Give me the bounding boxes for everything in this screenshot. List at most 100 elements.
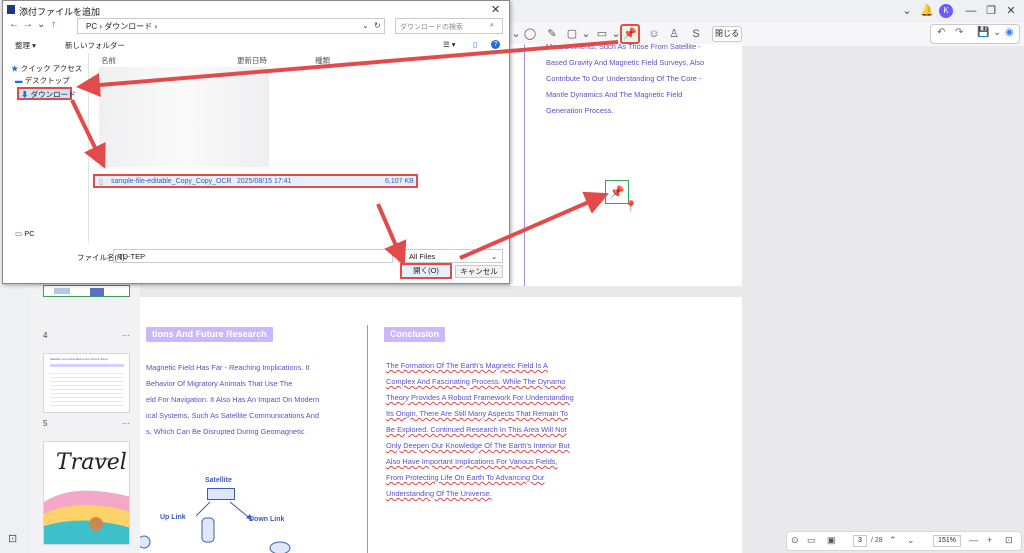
satellite-label: Satellite [205,477,232,484]
thumbnail-number: 5 [43,419,48,428]
zoom-out-icon[interactable]: — [969,535,978,545]
help-icon[interactable]: ? [491,40,500,49]
open-button[interactable]: 開く(O) [400,263,452,279]
pin-icon: 📍 [624,201,638,213]
page-up-icon[interactable]: ⌃ [889,535,897,546]
text-line: Mantle Dynamics And The Magnetic Field [546,90,683,99]
pen-icon[interactable]: ✎ [544,26,560,42]
chevron-down-icon[interactable]: ⌄ [993,27,1001,38]
column-header-date[interactable]: 更新日時 [237,55,267,66]
sidebar-toggle-icon[interactable]: ⊡ [8,532,17,545]
thumbnail-page-5[interactable]: Satellite Communications And Future Step… [43,353,130,413]
annotated-text-line[interactable]: Be Explored. Continued Research In This … [386,425,567,434]
annotated-text-line[interactable]: The Formation Of The Earth's Magnetic Fi… [386,361,548,370]
downloads-item[interactable]: ⬇ ダウンロード [17,87,76,100]
up-folder-icon[interactable]: ↑ [51,19,56,30]
restore-icon[interactable]: ❐ [982,2,1000,20]
thumbnail-page-4[interactable] [43,285,130,297]
close-annotation-button[interactable]: 閉じる [712,26,742,42]
ai-assistant-icon[interactable]: ◉ [1005,27,1014,38]
chevron-down-icon[interactable]: ⌄ [578,26,594,42]
text-line: Behavior Of Migratory Animals That Use T… [146,379,293,388]
more-icon[interactable]: ··· [122,419,130,428]
strike-icon[interactable]: S [688,26,704,42]
column-header-type[interactable]: 種類 [315,55,330,66]
text-line: Based Gravity And Magnetic Field Surveys… [546,58,705,67]
thumbnail-line [50,364,124,367]
save-icon[interactable]: 💾 [977,27,989,38]
undo-redo-group: ↶ ↷ 💾 ⌄ ◉ [930,24,1020,44]
view-mode-icon[interactable]: ▭ [807,535,816,546]
address-path: PC › ダウンロード › [86,22,158,31]
quick-access-item[interactable]: ★ クイック アクセス [11,63,82,74]
annotated-text-line[interactable]: Its Origin, There Are Still Many Aspects… [386,409,568,418]
redo-icon[interactable]: ↷ [955,27,963,38]
chevron-down-icon[interactable]: ⌄ [37,19,45,30]
filename-value: TD-TEP [118,252,146,261]
annotated-text-line[interactable]: Also Have Important Implications For Var… [386,457,558,466]
page-number-input[interactable]: 3 [853,535,867,547]
view-options-icon[interactable]: ☰ ▾ [443,40,456,49]
thumbnail-number: 4 [43,331,48,340]
file-list-item[interactable]: ▯ sample-file-editable_Copy_Copy_OCR 202… [93,174,418,188]
section-heading: tions And Future Research [146,327,273,342]
present-icon[interactable]: ▣ [827,535,836,546]
forward-icon[interactable]: → [23,19,33,30]
close-window-icon[interactable]: ✕ [1002,2,1020,20]
file-name: sample-file-editable_Copy_Copy_OCR [111,178,232,185]
annotated-text-line[interactable]: Theory Provides A Robust Framework For U… [386,393,574,402]
desktop-icon: ▬ [15,76,23,85]
filename-input[interactable]: TD-TEP [113,249,393,263]
sticker-icon[interactable]: ☺ [646,26,662,42]
file-list-header: 名前 更新日時 種類 [95,53,503,65]
conclusion-heading: Conclusion [384,327,445,342]
search-input[interactable]: ダウンロードの検索 ⌕ [395,18,503,34]
fit-icon[interactable]: ⊙ [791,535,799,546]
minimize-icon[interactable]: — [962,2,980,20]
fit-page-icon[interactable]: ⊡ [1005,535,1013,546]
chevron-down-icon[interactable]: ⌄ [362,21,369,30]
column-header-name[interactable]: 名前 [101,55,116,66]
annotated-text-line[interactable]: Understanding Of The Universe. [386,489,492,498]
annotated-text-line[interactable]: Complex And Fascinating Process. While T… [386,377,565,386]
zoom-select[interactable]: 151% [933,535,961,547]
download-icon: ⬇ [21,90,29,99]
pc-item[interactable]: ▭ PC [15,229,35,238]
text-line: Magnetic Field Has Far - Reaching Implic… [146,363,310,372]
pin-tool-button[interactable]: 📌 [620,24,640,44]
preview-pane-icon[interactable]: ▯ [473,40,477,49]
desktop-item[interactable]: ▬ デスクトップ [15,75,70,86]
file-open-dialog: 添付ファイルを追加 ✕ ← → ⌄ ↑ PC › ダウンロード › ⌄ ↻ ダウ… [2,0,510,284]
file-icon: ▯ [99,179,103,186]
page-down-icon[interactable]: ⌄ [907,535,915,546]
file-date: 2025/08/15 17:41 [237,178,292,185]
address-bar[interactable]: PC › ダウンロード › ⌄ ↻ [77,18,385,34]
text-line: s, Which Can Be Disrupted During Geomagn… [146,427,305,436]
new-folder-button[interactable]: 新しいフォルダー [65,40,125,51]
refresh-icon[interactable]: ↻ [374,21,381,30]
file-type-select[interactable]: All Files ⌄ [398,249,503,263]
column-divider [524,44,525,286]
organize-button[interactable]: 整理 ▾ [15,40,36,51]
chevron-down-icon[interactable]: ⌄ [898,2,916,20]
annotated-text-line[interactable]: Only Deepen Our Knowledge Of The Earth's… [386,441,570,450]
thumbnail-page-6[interactable]: Travel Trend Research [43,441,130,545]
cancel-button[interactable]: キャンセル [455,265,503,278]
zoom-in-icon[interactable]: + [987,535,992,545]
comment-icon[interactable]: ◯ [522,26,538,42]
undo-icon[interactable]: ↶ [937,27,945,38]
uplink-label: Up Link [160,514,186,521]
avatar[interactable]: K [939,4,953,18]
signature-icon[interactable]: ♙ [666,26,682,42]
more-icon[interactable]: ··· [122,331,130,340]
blurred-file-list [99,67,269,167]
star-icon: ★ [11,64,19,73]
annotated-text-line[interactable]: From Protecting Life On Earth To Advanci… [386,473,544,482]
close-icon[interactable]: ✕ [491,3,500,16]
search-icon[interactable]: ⌕ [490,22,494,30]
text-line: Generation Process. [546,106,614,115]
bell-icon[interactable]: 🔔 [918,2,936,20]
back-icon[interactable]: ← [9,19,19,30]
text-line: Measurements, Such As Those From Satelli… [546,42,701,51]
total-pages: / 28 [871,537,883,544]
